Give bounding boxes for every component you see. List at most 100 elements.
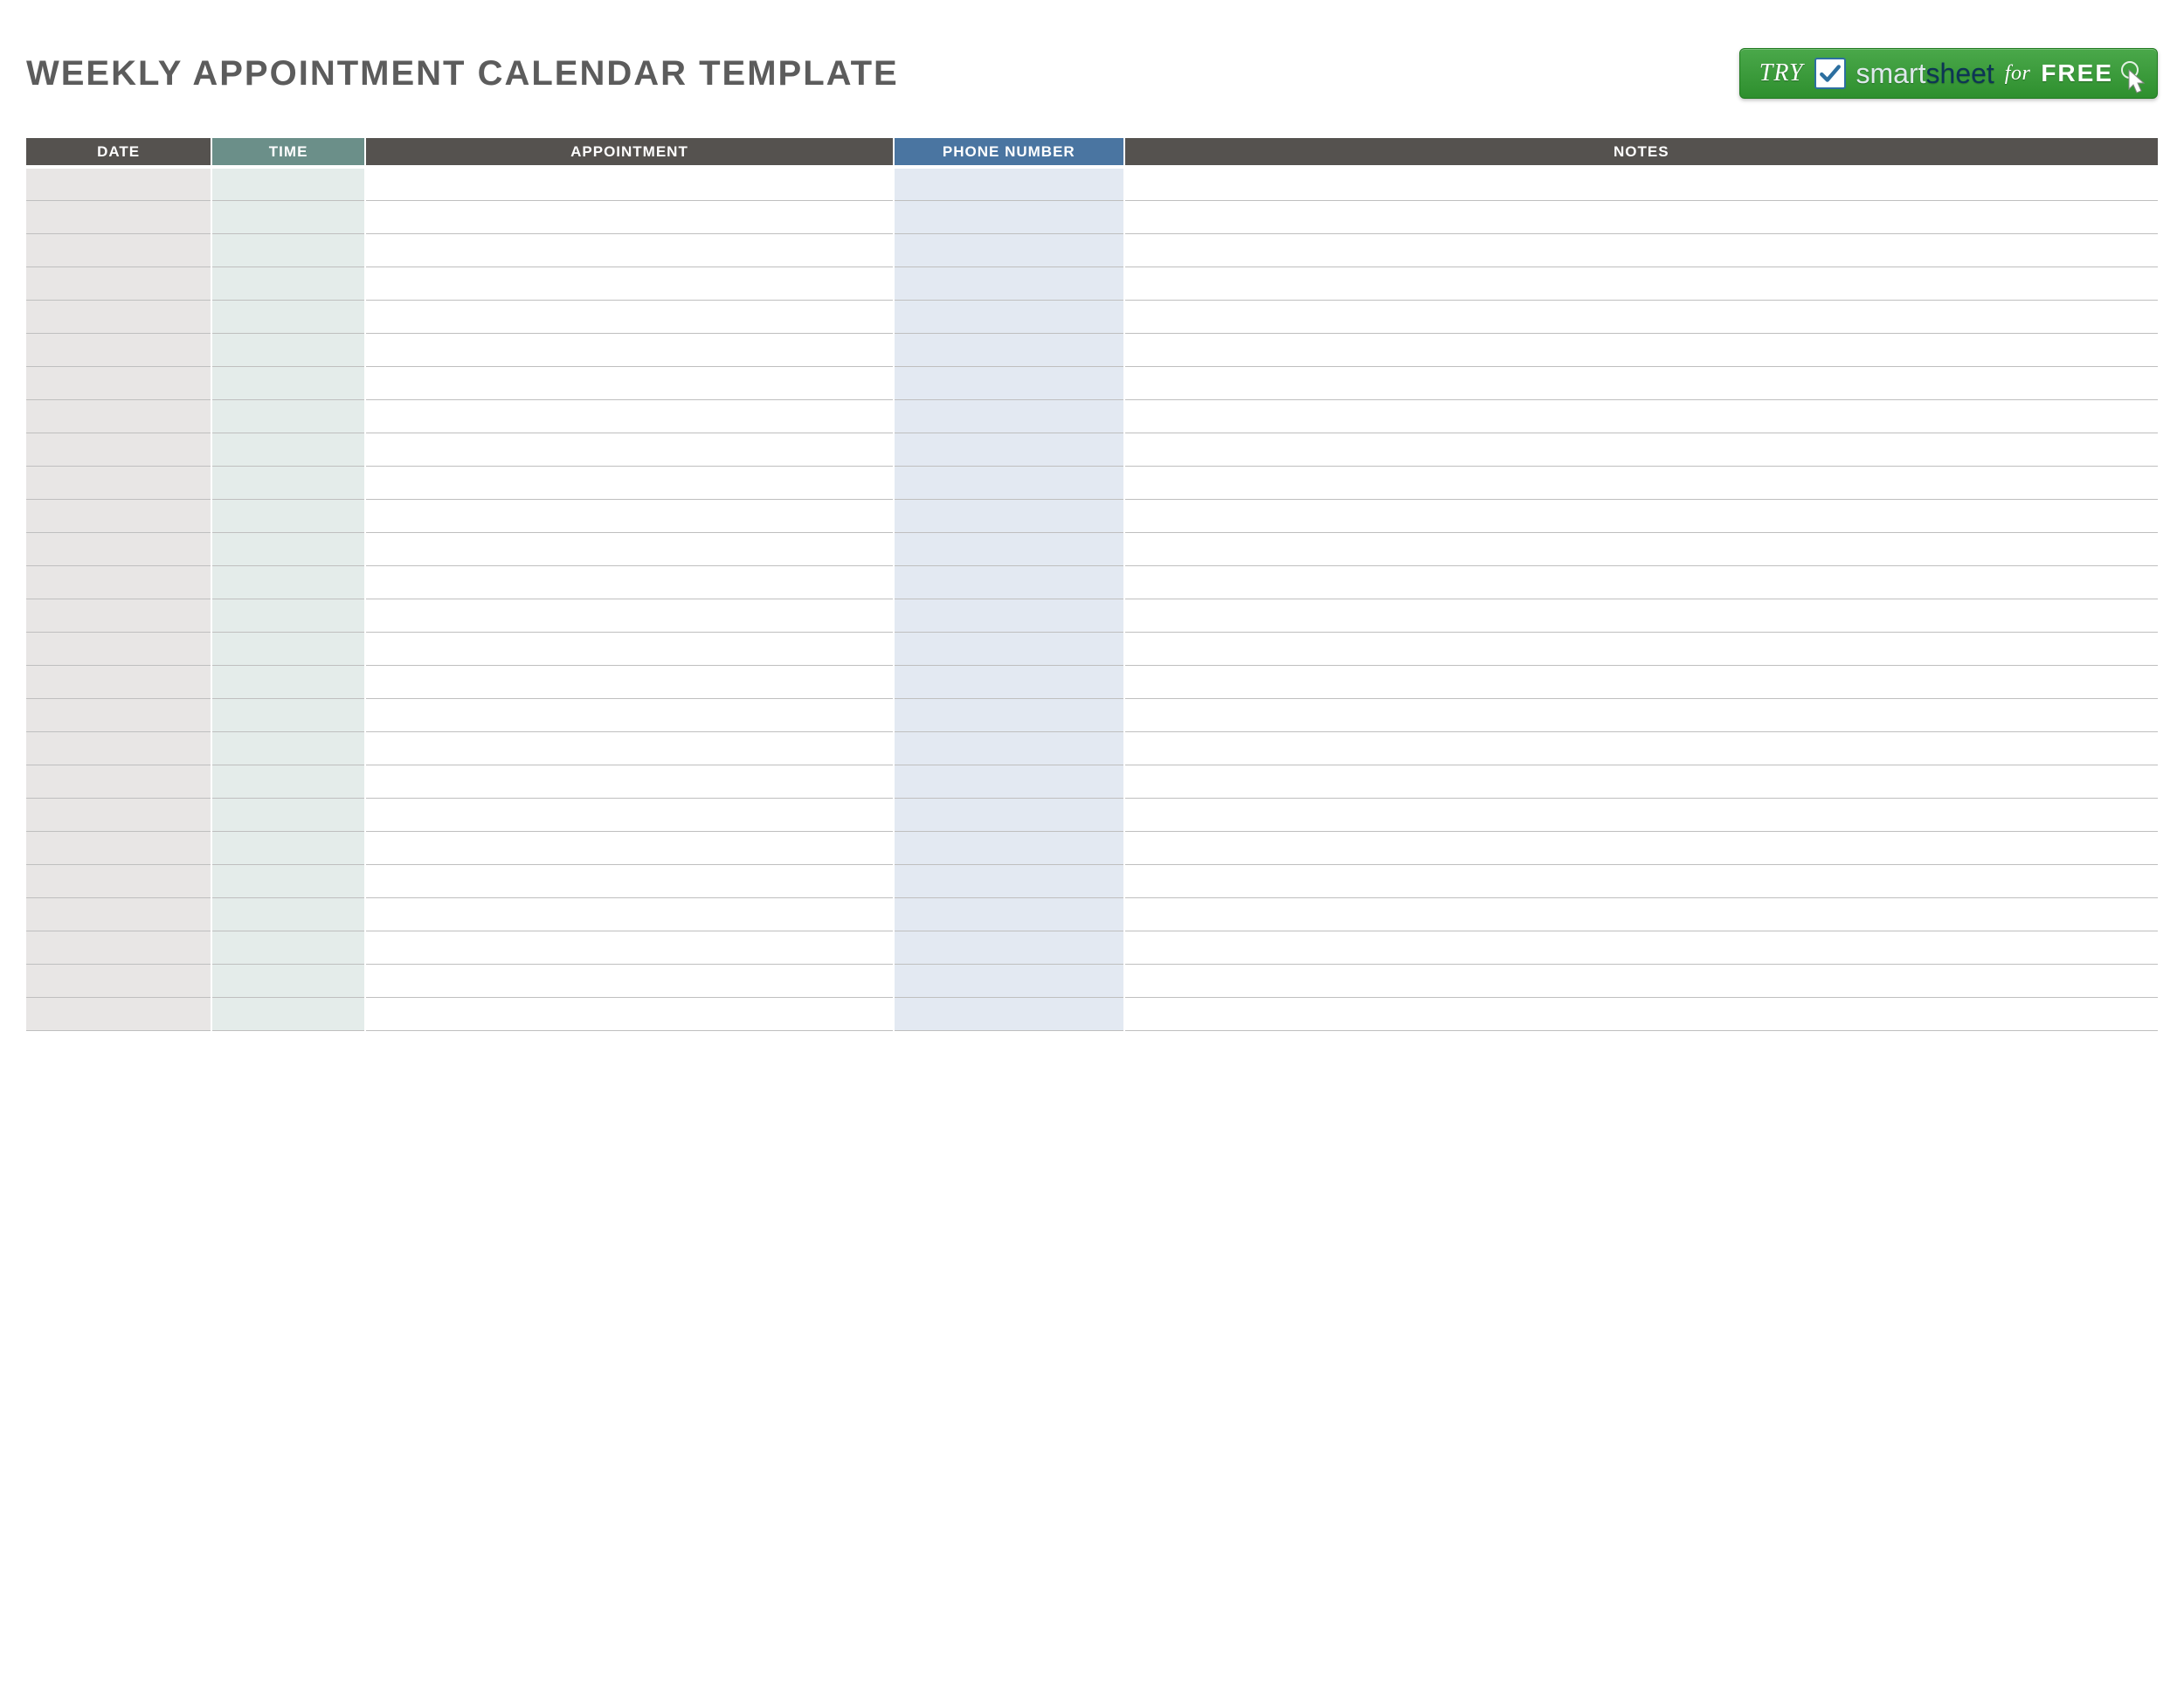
cell-appointment[interactable] [365,466,894,499]
try-smartsheet-button[interactable]: TRY smartsheet for FREE [1739,48,2158,99]
cell-time[interactable] [211,698,365,731]
cell-notes[interactable] [1124,931,2158,964]
cell-time[interactable] [211,864,365,897]
cell-notes[interactable] [1124,599,2158,632]
cell-appointment[interactable] [365,565,894,599]
cell-phone[interactable] [894,731,1124,765]
cell-time[interactable] [211,499,365,532]
cell-date[interactable] [26,997,211,1030]
cell-time[interactable] [211,167,365,200]
cell-time[interactable] [211,466,365,499]
cell-time[interactable] [211,897,365,931]
cell-date[interactable] [26,599,211,632]
cell-date[interactable] [26,267,211,300]
cell-time[interactable] [211,333,365,366]
cell-time[interactable] [211,366,365,399]
cell-appointment[interactable] [365,897,894,931]
cell-phone[interactable] [894,632,1124,665]
cell-time[interactable] [211,399,365,433]
cell-appointment[interactable] [365,931,894,964]
cell-notes[interactable] [1124,798,2158,831]
cell-notes[interactable] [1124,267,2158,300]
cell-phone[interactable] [894,366,1124,399]
cell-appointment[interactable] [365,599,894,632]
cell-notes[interactable] [1124,532,2158,565]
cell-notes[interactable] [1124,333,2158,366]
cell-date[interactable] [26,798,211,831]
cell-phone[interactable] [894,300,1124,333]
cell-phone[interactable] [894,399,1124,433]
cell-phone[interactable] [894,931,1124,964]
cell-phone[interactable] [894,200,1124,233]
cell-notes[interactable] [1124,632,2158,665]
cell-notes[interactable] [1124,300,2158,333]
cell-appointment[interactable] [365,433,894,466]
cell-time[interactable] [211,233,365,267]
cell-phone[interactable] [894,532,1124,565]
cell-date[interactable] [26,565,211,599]
cell-appointment[interactable] [365,964,894,997]
cell-date[interactable] [26,765,211,798]
cell-notes[interactable] [1124,366,2158,399]
cell-date[interactable] [26,698,211,731]
cell-appointment[interactable] [365,698,894,731]
cell-date[interactable] [26,831,211,864]
cell-time[interactable] [211,964,365,997]
cell-appointment[interactable] [365,665,894,698]
cell-phone[interactable] [894,333,1124,366]
cell-notes[interactable] [1124,499,2158,532]
cell-date[interactable] [26,433,211,466]
cell-phone[interactable] [894,433,1124,466]
cell-phone[interactable] [894,599,1124,632]
cell-notes[interactable] [1124,731,2158,765]
cell-phone[interactable] [894,698,1124,731]
cell-appointment[interactable] [365,731,894,765]
cell-time[interactable] [211,731,365,765]
cell-appointment[interactable] [365,632,894,665]
cell-appointment[interactable] [365,300,894,333]
cell-appointment[interactable] [365,798,894,831]
cell-notes[interactable] [1124,233,2158,267]
cell-phone[interactable] [894,997,1124,1030]
cell-date[interactable] [26,931,211,964]
cell-appointment[interactable] [365,200,894,233]
cell-date[interactable] [26,632,211,665]
cell-time[interactable] [211,632,365,665]
cell-phone[interactable] [894,565,1124,599]
cell-phone[interactable] [894,964,1124,997]
cell-time[interactable] [211,300,365,333]
cell-phone[interactable] [894,831,1124,864]
cell-appointment[interactable] [365,399,894,433]
cell-notes[interactable] [1124,831,2158,864]
cell-time[interactable] [211,200,365,233]
cell-date[interactable] [26,399,211,433]
cell-appointment[interactable] [365,233,894,267]
cell-appointment[interactable] [365,831,894,864]
cell-appointment[interactable] [365,333,894,366]
cell-phone[interactable] [894,897,1124,931]
cell-notes[interactable] [1124,466,2158,499]
cell-phone[interactable] [894,466,1124,499]
cell-appointment[interactable] [365,765,894,798]
cell-notes[interactable] [1124,964,2158,997]
cell-time[interactable] [211,931,365,964]
cell-date[interactable] [26,233,211,267]
cell-appointment[interactable] [365,532,894,565]
cell-date[interactable] [26,532,211,565]
cell-date[interactable] [26,200,211,233]
cell-time[interactable] [211,532,365,565]
cell-notes[interactable] [1124,997,2158,1030]
cell-appointment[interactable] [365,366,894,399]
cell-phone[interactable] [894,798,1124,831]
cell-notes[interactable] [1124,698,2158,731]
cell-phone[interactable] [894,665,1124,698]
cell-time[interactable] [211,831,365,864]
cell-notes[interactable] [1124,399,2158,433]
cell-time[interactable] [211,433,365,466]
cell-notes[interactable] [1124,565,2158,599]
cell-appointment[interactable] [365,267,894,300]
cell-date[interactable] [26,897,211,931]
cell-notes[interactable] [1124,433,2158,466]
cell-date[interactable] [26,499,211,532]
cell-appointment[interactable] [365,864,894,897]
